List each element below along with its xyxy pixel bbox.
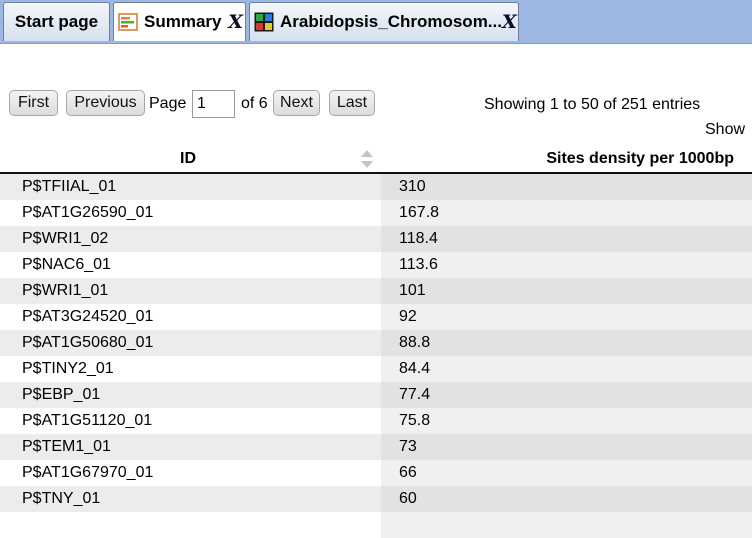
table-row[interactable]: P$AT1G26590_01 167.8 xyxy=(0,200,752,226)
sort-both-icon[interactable] xyxy=(360,148,374,170)
sequence-track-icon xyxy=(254,12,274,32)
entries-info: Showing 1 to 50 of 251 entries xyxy=(484,96,701,113)
table-row[interactable]: P$WRI1_01 101 xyxy=(0,278,752,304)
page-label: Page xyxy=(149,95,187,112)
cell-sites-density: 101 xyxy=(381,278,752,304)
table-body: P$TFIIAL_01 310 P$AT1G26590_01 167.8 P$W… xyxy=(0,174,752,538)
page-count-text: of 6 xyxy=(241,95,268,112)
close-tab-icon[interactable]: X xyxy=(502,11,519,33)
cell-id: P$TEM1_01 xyxy=(0,434,381,460)
cell-id: P$AT3G24520_01 xyxy=(0,304,381,330)
tab-label: Arabidopsis_Chromosom... xyxy=(280,12,502,31)
cell-id: P$TFIIAL_01 xyxy=(0,174,381,200)
cell-sites-density: 60 xyxy=(381,486,752,512)
cell-id: P$AT1G50680_01 xyxy=(0,330,381,356)
cell-id: P$TNY_01 xyxy=(0,486,381,512)
table-row[interactable]: P$EBP_01 77.4 xyxy=(0,382,752,408)
cell-id: P$TINY2_01 xyxy=(0,356,381,382)
close-tab-icon[interactable]: X xyxy=(228,11,245,33)
table-row[interactable]: P$AT3G24520_01 92 xyxy=(0,304,752,330)
cell-id: P$AT1G51120_01 xyxy=(0,408,381,434)
cell-sites-density: 88.8 xyxy=(381,330,752,356)
tab-label: Summary xyxy=(144,12,222,31)
cell-id: P$EBP_01 xyxy=(0,382,381,408)
tab-bar: Start page Summary X Arabidopsis_Chromos… xyxy=(0,0,752,44)
cell-id: P$AT1G26590_01 xyxy=(0,200,381,226)
show-entries-label: Show xyxy=(705,121,746,138)
table-row[interactable]: P$AT1G67970_01 66 xyxy=(0,460,752,486)
table-row[interactable]: P$TNY_01 60 xyxy=(0,486,752,512)
tab-arabidopsis-chromosome[interactable]: Arabidopsis_Chromosom... X xyxy=(249,2,519,41)
cell-sites-density: 84.4 xyxy=(381,356,752,382)
table-row-partial xyxy=(0,512,752,538)
table-header: ID Sites density per 1000bp xyxy=(0,145,752,174)
table-chart-icon xyxy=(118,13,138,31)
cell-sites-density: 92 xyxy=(381,304,752,330)
column-header-sites-density[interactable]: Sites density per 1000bp xyxy=(546,150,734,168)
table-row[interactable]: P$TEM1_01 73 xyxy=(0,434,752,460)
cell-sites-density: 167.8 xyxy=(381,200,752,226)
table-row[interactable]: P$NAC6_01 113.6 xyxy=(0,252,752,278)
first-page-button[interactable]: First xyxy=(9,90,58,116)
cell-id-empty xyxy=(0,512,381,538)
table-row[interactable]: P$AT1G50680_01 88.8 xyxy=(0,330,752,356)
cell-sites-density: 73 xyxy=(381,434,752,460)
page-number-input[interactable] xyxy=(192,90,235,118)
cell-sites-density: 310 xyxy=(381,174,752,200)
table-row[interactable]: P$TFIIAL_01 310 xyxy=(0,174,752,200)
tab-label: Start page xyxy=(14,12,99,31)
column-header-id[interactable]: ID xyxy=(180,150,196,168)
cell-id: P$WRI1_02 xyxy=(0,226,381,252)
tab-summary[interactable]: Summary X xyxy=(113,2,246,41)
last-page-button[interactable]: Last xyxy=(329,90,375,116)
table-row[interactable]: P$TINY2_01 84.4 xyxy=(0,356,752,382)
cell-sites-density: 118.4 xyxy=(381,226,752,252)
cell-sites-density: 113.6 xyxy=(381,252,752,278)
table-row[interactable]: P$WRI1_02 118.4 xyxy=(0,226,752,252)
table-row[interactable]: P$AT1G51120_01 75.8 xyxy=(0,408,752,434)
cell-id: P$WRI1_01 xyxy=(0,278,381,304)
cell-sites-density-empty xyxy=(381,512,752,538)
cell-id: P$NAC6_01 xyxy=(0,252,381,278)
tab-start-page[interactable]: Start page xyxy=(3,2,110,41)
cell-sites-density: 77.4 xyxy=(381,382,752,408)
cell-id: P$AT1G67970_01 xyxy=(0,460,381,486)
next-page-button[interactable]: Next xyxy=(273,90,320,116)
cell-sites-density: 75.8 xyxy=(381,408,752,434)
previous-page-button[interactable]: Previous xyxy=(66,90,145,116)
cell-sites-density: 66 xyxy=(381,460,752,486)
